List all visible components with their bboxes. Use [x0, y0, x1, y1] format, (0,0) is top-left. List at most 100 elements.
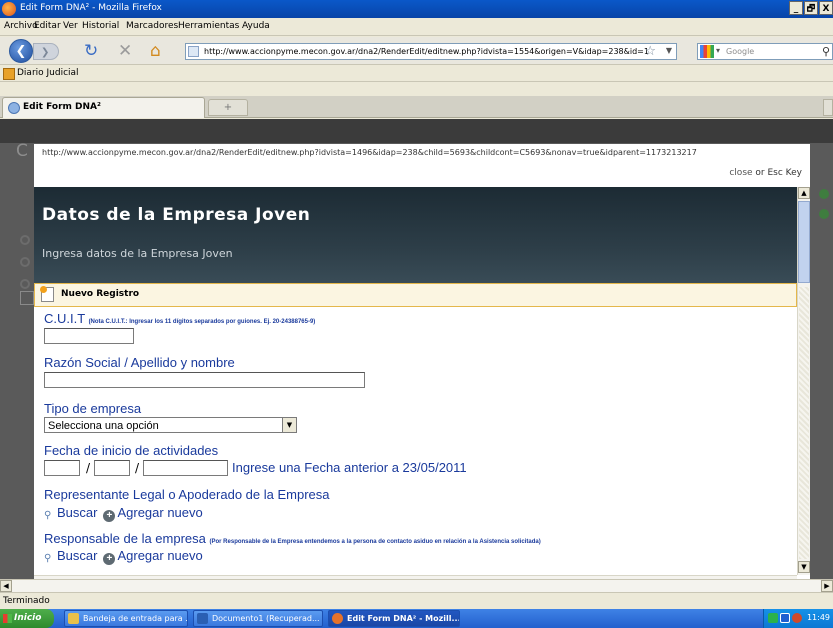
windows-taskbar: Inicio Bandeja de entrada para ... Docum…	[0, 609, 833, 628]
url-text[interactable]: http://www.accionpyme.mecon.gov.ar/dna2/…	[204, 47, 649, 56]
cuit-note: (Nota C.U.I.T.: Ingresar los 11 dígitos …	[88, 319, 316, 325]
scroll-track[interactable]	[799, 287, 809, 559]
form-subtitle: Ingresa datos de la Empresa Joven	[42, 247, 233, 260]
close-hint: or Esc Key	[755, 168, 802, 178]
form-frame: Datos de la Empresa Joven Ingresa datos …	[34, 187, 810, 591]
tipo-empresa-select[interactable]: Selecciona una opción ▼	[44, 417, 297, 433]
tab-label: Edit Form DNA²	[23, 102, 101, 112]
tab-scroll-right[interactable]	[823, 99, 833, 116]
fecha-anio-input[interactable]	[143, 460, 228, 476]
chevron-down-icon[interactable]: ▼	[282, 418, 296, 432]
form-title: Datos de la Empresa Joven	[42, 205, 311, 225]
close-button[interactable]: X	[819, 1, 833, 15]
tab-edit-form[interactable]: Edit Form DNA²	[2, 97, 205, 118]
tray-icon[interactable]	[768, 613, 778, 623]
minimize-button[interactable]: _	[789, 1, 803, 15]
responsable-buscar-link[interactable]: Buscar	[57, 548, 97, 563]
date-separator: /	[135, 461, 140, 475]
home-icon[interactable]: ⌂	[150, 41, 161, 61]
mail-icon	[68, 613, 79, 624]
maximize-button[interactable]: 🗗	[804, 1, 818, 15]
magnifier-icon[interactable]: ⚲	[44, 510, 57, 523]
bookmark-diario-judicial[interactable]: Diario Judicial	[17, 68, 79, 78]
form-vertical-scrollbar[interactable]: ▲ ▼	[797, 187, 810, 575]
page-icon	[188, 46, 199, 57]
window-controls: _ 🗗 X	[788, 1, 833, 15]
taskbar-item-label: Documento1 (Recuperad...	[212, 614, 320, 623]
page-viewport: C http://www.accionpyme.mecon.gov.ar/dna…	[0, 119, 833, 592]
background-checkbox	[20, 291, 34, 305]
menu-historial[interactable]: Historial	[82, 21, 119, 31]
menu-ayuda[interactable]: Ayuda	[242, 21, 270, 31]
taskbar-item-firefox[interactable]: Edit Form DNA² - Mozill...	[328, 610, 460, 627]
menu-marcadores[interactable]: Marcadores	[126, 21, 178, 31]
tray-icon[interactable]	[780, 613, 790, 623]
window-titlebar: Edit Form DNA² - Mozilla Firefox _ 🗗 X	[0, 0, 833, 18]
search-placeholder[interactable]: Google	[726, 47, 754, 56]
new-tab-button[interactable]: +	[208, 99, 248, 116]
form-header: Datos de la Empresa Joven Ingresa datos …	[34, 187, 797, 289]
responsable-actions: ⚲ Buscar + Agregar nuevo	[44, 548, 203, 566]
representante-agregar-link[interactable]: Agregar nuevo	[117, 505, 202, 520]
scroll-thumb[interactable]	[798, 201, 810, 283]
fecha-mes-input[interactable]	[94, 460, 130, 476]
background-letter: C	[16, 141, 28, 161]
background-ring	[20, 257, 30, 267]
tray-icon[interactable]	[792, 613, 802, 623]
back-icon[interactable]: ❮	[9, 39, 33, 63]
cuit-label-text: C.U.I.T	[44, 311, 85, 326]
close-link[interactable]: close	[729, 168, 752, 178]
representante-actions: ⚲ Buscar + Agregar nuevo	[44, 505, 203, 523]
add-icon[interactable]: +	[103, 510, 116, 522]
taskbar-item-documento[interactable]: Documento1 (Recuperad...	[193, 610, 323, 627]
cuit-label: C.U.I.T (Nota C.U.I.T.: Ingresar los 11 …	[44, 311, 315, 326]
taskbar-item-label: Edit Form DNA² - Mozill...	[347, 614, 460, 623]
chevron-down-icon[interactable]: ▼	[666, 46, 672, 55]
magnifier-icon[interactable]: ⚲	[44, 553, 57, 566]
date-separator: /	[86, 461, 91, 475]
menu-archivo[interactable]: Archivo	[4, 21, 38, 31]
search-box[interactable]: ▾ Google ⚲	[697, 43, 833, 60]
fecha-dia-input[interactable]	[44, 460, 80, 476]
tipo-empresa-label: Tipo de empresa	[44, 401, 142, 416]
firefox-icon	[2, 2, 16, 16]
reload-icon[interactable]: ↻	[84, 41, 98, 61]
scroll-up-icon[interactable]: ▲	[798, 187, 810, 199]
search-icon[interactable]: ⚲	[822, 45, 830, 58]
representante-label: Representante Legal o Apoderado de la Em…	[44, 487, 330, 502]
add-icon[interactable]: +	[103, 553, 116, 565]
status-text: Terminado	[3, 596, 50, 606]
scroll-down-icon[interactable]: ▼	[798, 561, 810, 573]
responsable-label: Responsable de la empresa (Por Responsab…	[44, 531, 541, 546]
system-tray: 11:49	[763, 609, 833, 628]
navigation-toolbar: ❮ ❯ ↻ ✕ ⌂ http://www.accionpyme.mecon.go…	[0, 37, 833, 65]
tipo-empresa-value: Selecciona una opción	[48, 420, 159, 432]
url-bar[interactable]: http://www.accionpyme.mecon.gov.ar/dna2/…	[185, 43, 677, 60]
star-icon[interactable]: ☆	[644, 44, 656, 59]
taskbar-item-label: Bandeja de entrada para ...	[83, 614, 188, 623]
stop-icon[interactable]: ✕	[118, 41, 132, 61]
scroll-left-icon[interactable]: ◀	[0, 580, 12, 592]
fecha-hint: Ingrese una Fecha anterior a 23/05/2011	[232, 460, 467, 475]
section-header: Nuevo Registro	[34, 283, 797, 307]
scroll-right-icon[interactable]: ▶	[821, 580, 833, 592]
taskbar-item-bandeja[interactable]: Bandeja de entrada para ...	[64, 610, 188, 627]
lightbox-modal: http://www.accionpyme.mecon.gov.ar/dna2/…	[34, 144, 810, 591]
forward-icon[interactable]: ❯	[33, 43, 59, 60]
browser-horizontal-scrollbar[interactable]: ◀ ▶	[0, 579, 833, 592]
search-engine-dropdown-icon[interactable]: ▾	[716, 46, 720, 55]
clock: 11:49	[806, 613, 830, 622]
representante-buscar-link[interactable]: Buscar	[57, 505, 97, 520]
menu-ver[interactable]: Ver	[63, 21, 78, 31]
new-document-icon	[40, 286, 54, 302]
razon-social-input[interactable]	[44, 372, 365, 388]
status-bar: Terminado	[0, 592, 833, 609]
menu-bar: Archivo Editar Ver Historial Marcadores …	[0, 18, 833, 36]
menu-herramientas[interactable]: Herramientas	[178, 21, 239, 31]
background-ring	[20, 235, 30, 245]
cuit-input[interactable]	[44, 328, 134, 344]
google-icon[interactable]	[700, 45, 714, 58]
responsable-agregar-link[interactable]: Agregar nuevo	[117, 548, 202, 563]
menu-editar[interactable]: Editar	[34, 21, 61, 31]
start-button[interactable]: Inicio	[0, 609, 54, 628]
